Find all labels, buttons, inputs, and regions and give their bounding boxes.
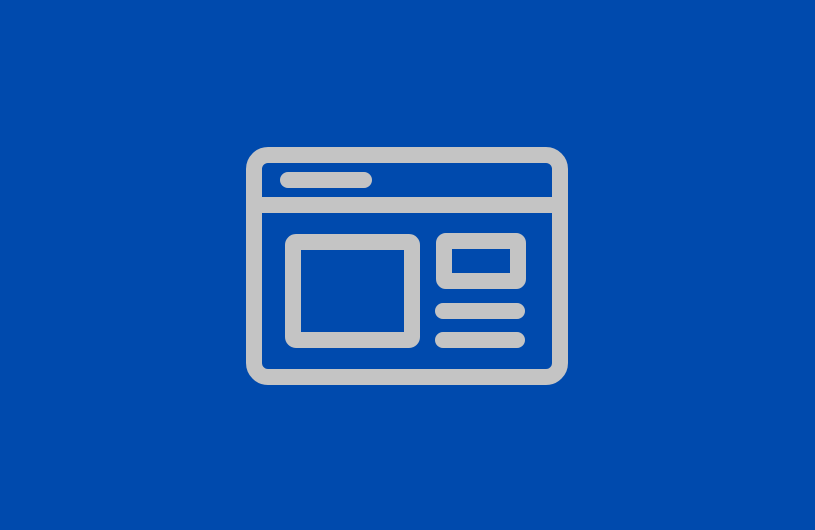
browser-window-layout-icon [0,0,815,530]
icon-canvas [0,0,815,530]
